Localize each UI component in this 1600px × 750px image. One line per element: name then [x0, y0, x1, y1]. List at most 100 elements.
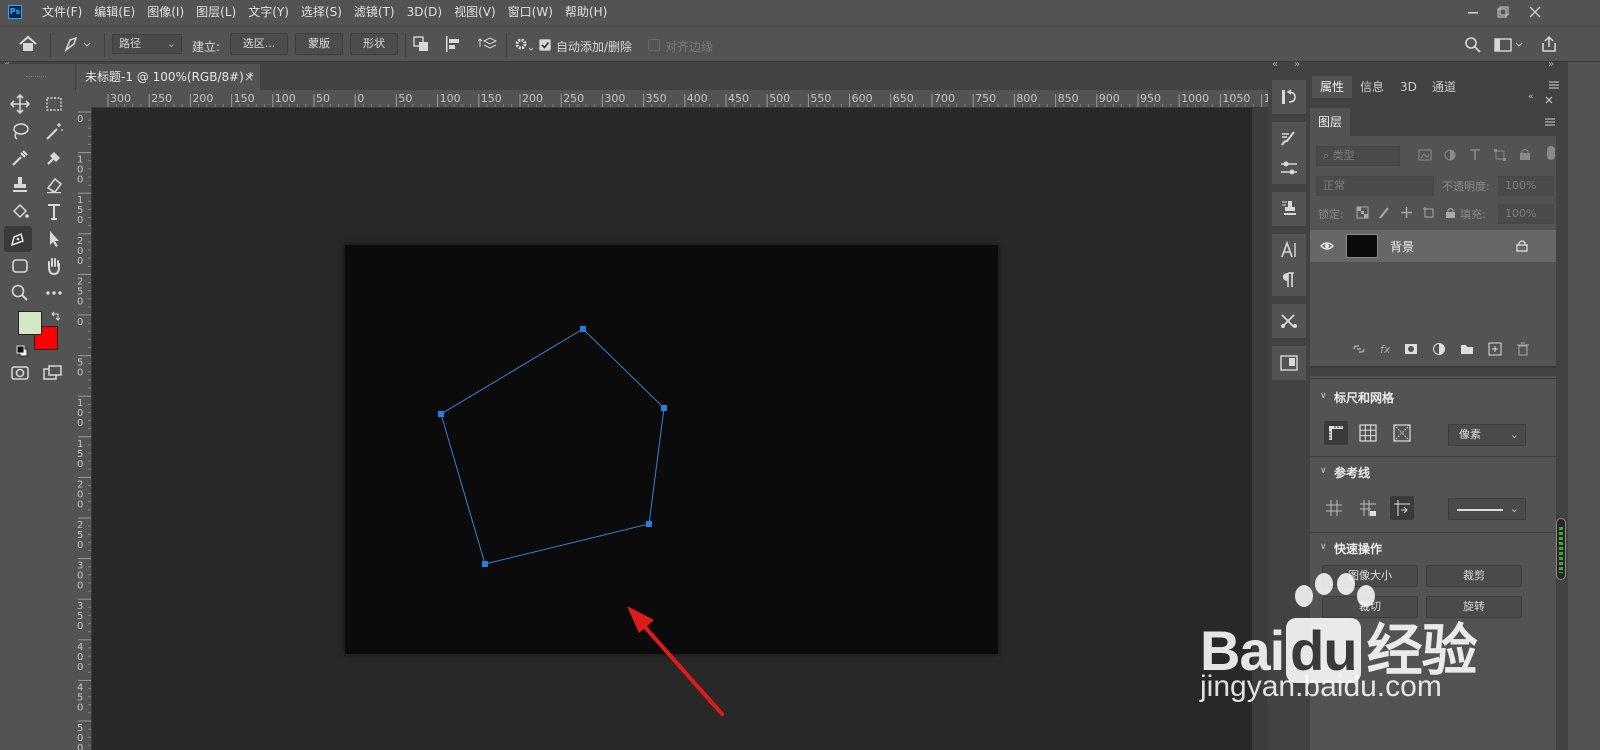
- tab-properties[interactable]: 属性: [1312, 76, 1353, 98]
- tool-presets-icon[interactable]: [1277, 309, 1301, 333]
- eye-icon[interactable]: [1320, 240, 1334, 255]
- restore-icon[interactable]: [1488, 0, 1518, 24]
- trim-button[interactable]: 裁切: [1322, 596, 1418, 618]
- screen-mode-icon[interactable]: [40, 360, 68, 386]
- lock-guides-icon[interactable]: [1356, 496, 1380, 520]
- gear-icon[interactable]: [513, 36, 535, 57]
- paragraph-panel-icon[interactable]: [1277, 268, 1301, 292]
- lock-position-icon[interactable]: [1400, 206, 1413, 219]
- default-colors-icon[interactable]: [16, 345, 28, 360]
- shape-layer-filter-icon[interactable]: [1493, 148, 1507, 162]
- opacity-field[interactable]: 100%: [1498, 176, 1554, 196]
- quick-mask-icon[interactable]: [6, 360, 34, 386]
- history-panel-icon[interactable]: [1277, 85, 1301, 109]
- menu-item[interactable]: 图像(I): [141, 0, 190, 24]
- smart-guides-icon[interactable]: [1390, 496, 1414, 520]
- layers-panel-title[interactable]: 图层: [1310, 108, 1350, 136]
- home-icon[interactable]: [18, 35, 38, 56]
- grid-toggle-icon[interactable]: [1356, 421, 1380, 445]
- path-selection-tool-icon[interactable]: [40, 226, 68, 252]
- swap-colors-icon[interactable]: [50, 310, 62, 325]
- marquee-tool-icon[interactable]: [40, 91, 68, 117]
- document-tab[interactable]: 未标题-1 @ 100%(RGB/8#) * ×: [76, 64, 260, 90]
- collapse-layers-icon[interactable]: «: [1528, 92, 1534, 102]
- ruler-unit-dropdown[interactable]: 像素 ⌄: [1448, 424, 1526, 446]
- tool-mode-dropdown[interactable]: 路径 ⌄: [112, 34, 182, 54]
- type-tool-icon[interactable]: [40, 199, 68, 225]
- canvas-workspace[interactable]: [92, 108, 1252, 750]
- crop-button[interactable]: 裁剪: [1426, 565, 1522, 587]
- make-selection-button[interactable]: 选区...: [230, 33, 288, 55]
- smart-object-filter-icon[interactable]: [1518, 148, 1532, 162]
- path-arrangement-icon[interactable]: [477, 35, 500, 56]
- layer-row-background[interactable]: 背景: [1310, 230, 1556, 262]
- search-icon[interactable]: [1464, 36, 1482, 57]
- clone-source-icon[interactable]: [1277, 197, 1301, 221]
- trash-icon[interactable]: [1516, 342, 1530, 356]
- collapse-dock-icon[interactable]: «: [1272, 59, 1278, 70]
- fill-field[interactable]: 100%: [1498, 204, 1554, 224]
- panel-menu-icon[interactable]: [1548, 79, 1560, 93]
- tab-3d[interactable]: 3D: [1392, 76, 1425, 98]
- new-layer-icon[interactable]: [1488, 342, 1502, 356]
- image-size-button[interactable]: 图像大小: [1322, 565, 1418, 587]
- pixel-grid-icon[interactable]: [1390, 421, 1414, 445]
- menu-item[interactable]: 选择(S): [295, 0, 348, 24]
- workspace-icon[interactable]: [1494, 37, 1526, 56]
- type-layer-filter-icon[interactable]: [1468, 148, 1482, 162]
- tab-info[interactable]: 信息: [1352, 76, 1392, 98]
- expand-dock-icon[interactable]: »: [1294, 59, 1300, 70]
- eyedropper-tool-icon[interactable]: [6, 145, 34, 171]
- panel-scrollbar[interactable]: [1556, 518, 1566, 580]
- glyphs-panel-icon[interactable]: [1277, 351, 1301, 375]
- adjustments-icon[interactable]: [1277, 156, 1301, 180]
- more-tools-icon[interactable]: [40, 280, 68, 306]
- tab-channels[interactable]: 通道: [1424, 76, 1464, 98]
- close-layers-icon[interactable]: [1544, 94, 1554, 108]
- magic-wand-tool-icon[interactable]: [40, 118, 68, 144]
- character-panel-icon[interactable]: [1277, 238, 1301, 262]
- lock-all-icon[interactable]: [1444, 206, 1457, 219]
- foreground-color-swatch[interactable]: [18, 311, 42, 335]
- brush-settings-icon[interactable]: [1277, 126, 1301, 150]
- menu-item[interactable]: 图层(L): [190, 0, 242, 24]
- close-window-icon[interactable]: [1520, 0, 1550, 24]
- share-icon[interactable]: [1540, 35, 1558, 56]
- minimize-icon[interactable]: [1458, 0, 1488, 24]
- adjustment-layer-filter-icon[interactable]: [1443, 148, 1457, 162]
- pen-tool-icon[interactable]: [4, 226, 32, 252]
- toolbox-grip[interactable]: [26, 76, 46, 79]
- menu-item[interactable]: 帮助(H): [559, 0, 613, 24]
- close-tab-icon[interactable]: ×: [244, 64, 254, 90]
- fx-icon[interactable]: fx: [1380, 343, 1390, 356]
- filter-toggle[interactable]: [1547, 146, 1555, 160]
- lock-pixels-icon[interactable]: [1378, 206, 1391, 219]
- guide-style-dropdown[interactable]: ⌄: [1448, 498, 1526, 520]
- ruler-toggle-icon[interactable]: [1324, 421, 1348, 445]
- rectangle-tool-icon[interactable]: [6, 253, 34, 279]
- chevron-down-icon[interactable]: ∨: [1320, 391, 1327, 401]
- lock-transparent-icon[interactable]: [1356, 206, 1369, 219]
- show-guides-icon[interactable]: [1322, 496, 1346, 520]
- menu-item[interactable]: 窗口(W): [502, 0, 559, 24]
- align-edges-checkbox[interactable]: [648, 39, 660, 51]
- menu-item[interactable]: 滤镜(T): [348, 0, 401, 24]
- collapse-panels-icon[interactable]: »: [1548, 59, 1554, 70]
- auto-add-delete-checkbox[interactable]: [539, 39, 551, 51]
- make-mask-button[interactable]: 蒙版: [295, 33, 343, 55]
- layers-menu-icon[interactable]: [1544, 116, 1556, 130]
- menu-item[interactable]: 3D(D): [401, 0, 448, 24]
- blend-mode-dropdown[interactable]: 正常: [1316, 176, 1434, 196]
- zoom-tool-icon[interactable]: [6, 280, 34, 306]
- menu-item[interactable]: 视图(V): [448, 0, 502, 24]
- new-group-icon[interactable]: [1460, 342, 1474, 356]
- ruler-origin[interactable]: [74, 90, 92, 108]
- chevron-down-icon[interactable]: ∨: [1320, 542, 1327, 552]
- lock-artboard-icon[interactable]: [1422, 206, 1435, 219]
- healing-brush-tool-icon[interactable]: [40, 145, 68, 171]
- pen-tool-preset-icon[interactable]: [62, 35, 92, 56]
- vertical-scrollbar[interactable]: [1252, 108, 1268, 750]
- layer-filter-dropdown[interactable]: ⌕ 类型: [1316, 146, 1400, 166]
- rotate-button[interactable]: 旋转: [1426, 596, 1522, 618]
- make-shape-button[interactable]: 形状: [350, 33, 398, 55]
